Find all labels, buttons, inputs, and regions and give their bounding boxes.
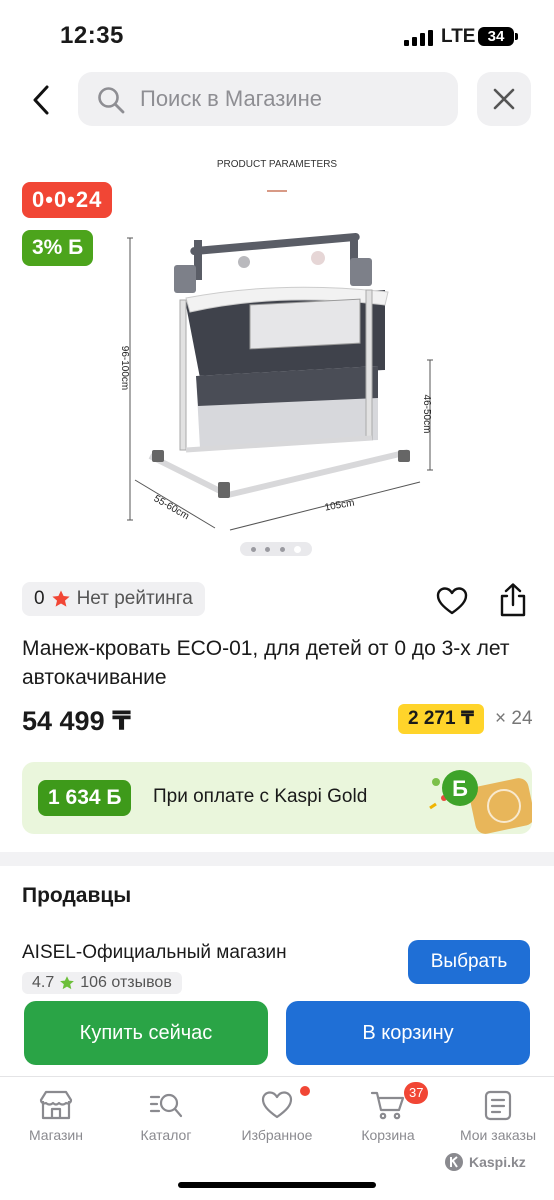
buy-now-button[interactable]: Купить сейчас xyxy=(24,1001,268,1065)
close-button[interactable] xyxy=(477,72,531,126)
gallery-pagination[interactable] xyxy=(240,542,312,556)
svg-text:Б: Б xyxy=(452,776,468,801)
tab-label: Мои заказы xyxy=(459,1127,537,1143)
gallery-header: PRODUCT PARAMETERS xyxy=(217,159,338,170)
catalog-icon xyxy=(149,1093,183,1118)
tab-label: Избранное xyxy=(241,1127,313,1143)
tab-shop[interactable]: Магазин xyxy=(6,1089,106,1143)
back-button[interactable] xyxy=(20,78,64,122)
status-time: 12:35 xyxy=(60,22,124,49)
add-to-cart-button[interactable]: В корзину xyxy=(286,1001,530,1065)
cart-icon xyxy=(370,1091,405,1120)
seller-reviews: 106 отзывов xyxy=(80,974,172,991)
status-bar: 12:35 LTE 34 xyxy=(0,0,554,70)
dimension-depth: 55-60cm xyxy=(152,493,191,522)
bonus-badge: 3% Б xyxy=(22,230,94,266)
chevron-left-icon xyxy=(33,85,49,115)
pagination-dot[interactable] xyxy=(250,546,256,552)
kaspi-gold-text: При оплате с Kaspi Gold xyxy=(153,786,368,807)
pagination-dot[interactable] xyxy=(265,546,271,552)
share-icon xyxy=(500,583,526,617)
shop-icon xyxy=(39,1090,73,1120)
bonus-amount: 1 634 Б xyxy=(38,780,132,816)
favorites-indicator xyxy=(300,1086,310,1096)
top-bar xyxy=(0,70,554,130)
tab-orders[interactable]: Мои заказы xyxy=(448,1089,548,1143)
product-title: Манеж-кровать ECO-01, для детей от 0 до … xyxy=(22,637,510,689)
tab-favorites[interactable]: Избранное xyxy=(227,1089,327,1143)
kaspi-logo-icon xyxy=(445,1153,463,1171)
heart-icon xyxy=(436,587,468,615)
sellers-title: Продавцы xyxy=(22,884,132,907)
tab-label: Магазин xyxy=(28,1127,83,1143)
network-label: LTE xyxy=(441,26,476,47)
monthly-payment[interactable]: 2 271 ₸ xyxy=(398,704,485,734)
watermark-text: Kaspi.kz xyxy=(469,1154,526,1170)
dimension-height: 96-100cm xyxy=(119,346,130,390)
rating-chip[interactable]: 0 Нет рейтинга xyxy=(22,582,205,616)
installment-badge: 0•0•24 xyxy=(22,182,113,218)
search-input[interactable] xyxy=(140,72,440,126)
rating-label: Нет рейтинга xyxy=(76,588,193,609)
cart-count-badge: 37 xyxy=(404,1082,429,1104)
star-icon xyxy=(51,590,70,607)
kaspi-gold-illustration: Б xyxy=(429,770,532,834)
favorite-button[interactable] xyxy=(436,586,468,616)
dimension-width: 105cm xyxy=(324,498,355,514)
tab-catalog[interactable]: Каталог xyxy=(116,1089,216,1143)
rating-value: 0 xyxy=(34,588,45,609)
pagination-dot[interactable] xyxy=(279,546,285,552)
signal-icon xyxy=(404,30,433,46)
tab-label: Корзина xyxy=(361,1127,415,1143)
choose-seller-button[interactable]: Выбрать xyxy=(408,940,530,984)
heart-icon xyxy=(261,1091,293,1119)
seller-name[interactable]: AISEL-Официальный магазин xyxy=(22,942,287,964)
battery-icon: 34 xyxy=(478,27,518,46)
home-indicator xyxy=(178,1182,376,1188)
dimension-side: 46-50cm xyxy=(421,395,432,434)
installment-months: × 24 xyxy=(495,708,533,729)
pagination-dot-active[interactable] xyxy=(294,545,302,553)
share-button[interactable] xyxy=(497,582,529,618)
orders-icon xyxy=(484,1090,512,1121)
sellers-section: Продавцы AISEL-Официальный магазин 4.7 1… xyxy=(0,866,554,1000)
star-icon xyxy=(60,976,75,990)
seller-rating[interactable]: 4.7 106 отзывов xyxy=(22,972,182,994)
seller-rating-value: 4.7 xyxy=(32,974,55,991)
search-icon xyxy=(98,87,125,114)
search-bar[interactable] xyxy=(78,72,458,126)
close-icon xyxy=(493,88,515,110)
product-price: 54 499 ₸ xyxy=(22,706,131,736)
section-divider xyxy=(0,852,554,866)
watermark: Kaspi.kz xyxy=(444,1152,526,1172)
kaspi-gold-banner[interactable]: 1 634 Б При оплате с Kaspi Gold Б xyxy=(22,762,532,834)
tab-label: Каталог xyxy=(140,1127,192,1143)
